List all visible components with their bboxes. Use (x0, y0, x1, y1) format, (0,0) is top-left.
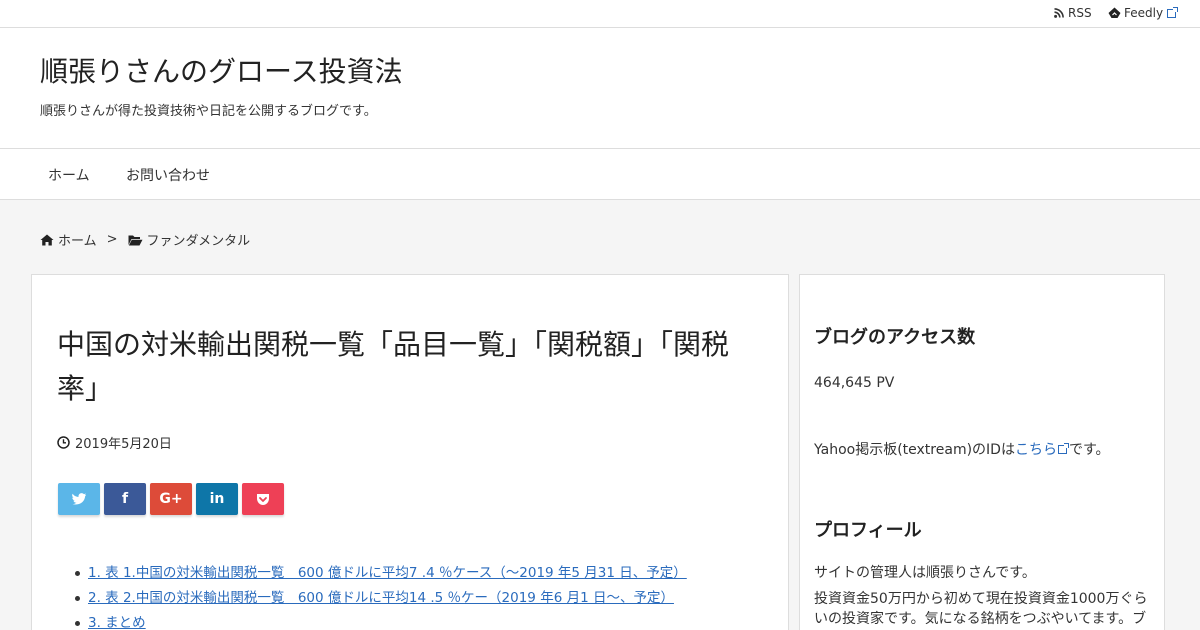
site-description: 順張りさんが得た投資技術や日記を公開するブログです。 (40, 104, 377, 119)
googleplus-share-button[interactable]: G+ (150, 483, 192, 515)
feedly-link[interactable]: Feedly (1108, 6, 1179, 20)
top-bar: RSS Feedly (0, 0, 1200, 28)
share-buttons: f G+ in (58, 483, 284, 515)
article-title: 中国の対米輸出関税一覧「品目一覧」「関税額」「関税率」 (57, 328, 730, 405)
linkedin-icon: in (209, 491, 225, 507)
clock-icon (57, 436, 70, 449)
article-date: 2019年5月20日 (57, 433, 172, 452)
article-card: 中国の対米輸出関税一覧「品目一覧」「関税額」「関税率」 2019年5月20日 f… (31, 274, 789, 630)
toc-link-3[interactable]: 3. まとめ (88, 615, 146, 630)
toc-item: 1. 表 1.中国の対米輸出関税一覧 600 億ドルに平均7 .4 ％ケース（～… (75, 561, 687, 586)
folder-open-icon (128, 235, 143, 245)
linkedin-share-button[interactable]: in (196, 483, 238, 515)
external-link-icon (1167, 6, 1179, 18)
googleplus-icon: G+ (159, 491, 183, 507)
home-icon (40, 234, 54, 245)
pocket-icon (257, 493, 269, 505)
site-title[interactable]: 順張りさんのグロース投資法 (40, 50, 403, 90)
rss-label: RSS (1068, 6, 1092, 20)
site-header: 順張りさんのグロース投資法 順張りさんが得た投資技術や日記を公開するブログです。 (0, 28, 1200, 148)
yahoo-prefix: Yahoo掲示板(textream)のIDは (814, 442, 1015, 458)
breadcrumb: ホーム > ファンダメンタル (40, 230, 250, 249)
main-navigation: ホーム お問い合わせ (0, 148, 1200, 200)
nav-item-home[interactable]: ホーム (48, 165, 90, 185)
access-count: 464,645 PV (814, 375, 895, 391)
toc-link-2[interactable]: 2. 表 2.中国の対米輸出関税一覧 600 億ドルに平均14 .5 ％ケー（2… (88, 590, 674, 606)
facebook-share-button[interactable]: f (104, 483, 146, 515)
sidebar: ブログのアクセス数 464,645 PV Yahoo掲示板(textream)の… (799, 274, 1165, 630)
nav-item-contact[interactable]: お問い合わせ (126, 165, 210, 185)
profile-intro: サイトの管理人は順張りさんです。 (814, 565, 1036, 581)
profile-widget-title: プロフィール (814, 520, 922, 541)
article-date-text: 2019年5月20日 (75, 437, 172, 452)
twitter-icon (72, 493, 86, 505)
yahoo-suffix: です。 (1068, 442, 1110, 458)
breadcrumb-category[interactable]: ファンダメンタル (147, 230, 251, 249)
yahoo-link[interactable]: こちら (1015, 442, 1057, 458)
feedly-label: Feedly (1124, 6, 1164, 20)
facebook-icon: f (121, 491, 129, 507)
toc-link-1[interactable]: 1. 表 1.中国の対米輸出関税一覧 600 億ドルに平均7 .4 ％ケース（～… (88, 565, 687, 581)
toc-item: 2. 表 2.中国の対米輸出関税一覧 600 億ドルに平均14 .5 ％ケー（2… (75, 586, 687, 611)
yahoo-id-text: Yahoo掲示板(textream)のIDはこちら です。 (814, 439, 1110, 459)
table-of-contents: 1. 表 1.中国の対米輸出関税一覧 600 億ドルに平均7 .4 ％ケース（～… (75, 561, 687, 630)
twitter-share-button[interactable] (58, 483, 100, 515)
pocket-share-button[interactable] (242, 483, 284, 515)
toc-item: 3. まとめ (75, 611, 687, 630)
feedly-icon (1108, 7, 1121, 18)
breadcrumb-home[interactable]: ホーム (58, 230, 97, 249)
access-widget-title: ブログのアクセス数 (814, 327, 976, 348)
rss-icon (1054, 8, 1064, 18)
external-link-icon (1057, 443, 1069, 454)
breadcrumb-separator: > (106, 232, 118, 247)
rss-link[interactable]: RSS (1054, 6, 1092, 20)
profile-description: 投資資金50万円から初めて現在投資資金1000万ぐらいの投資家です。気になる銘柄… (814, 591, 1148, 627)
